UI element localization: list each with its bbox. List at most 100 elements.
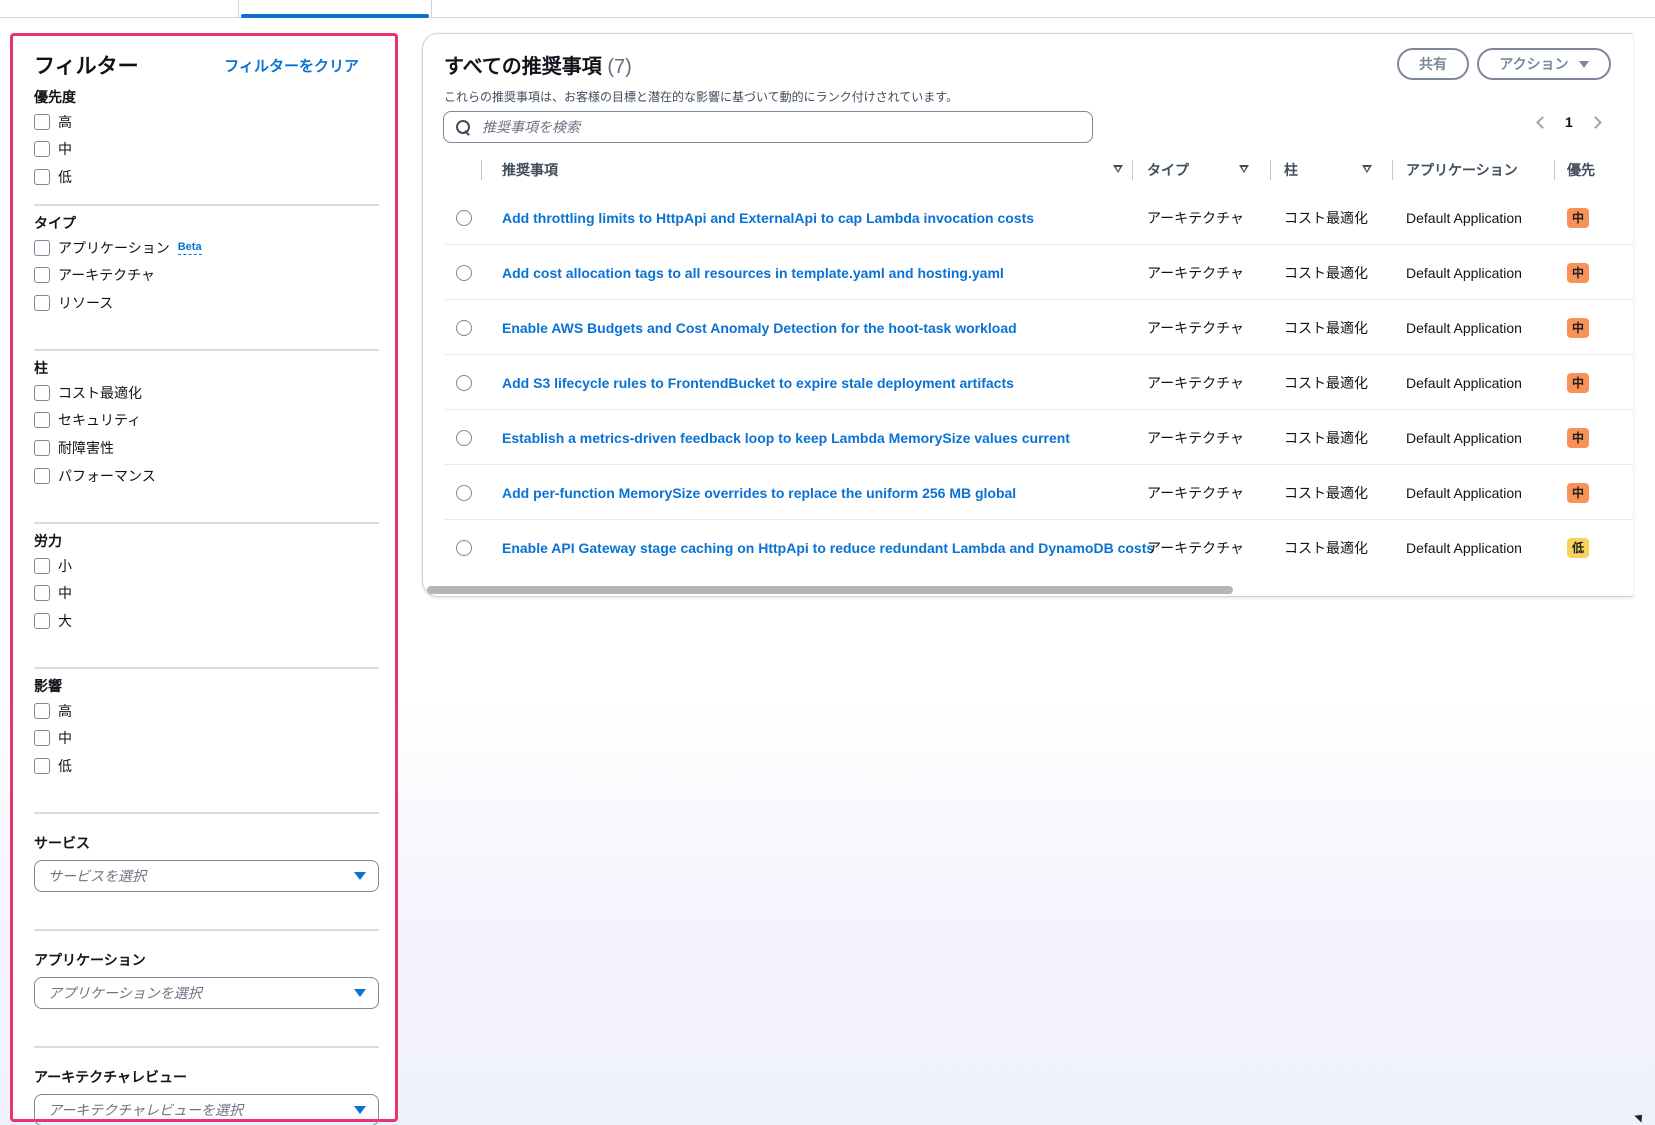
sort-icon[interactable]: [1113, 165, 1123, 173]
table-row[interactable]: Enable AWS Budgets and Cost Anomaly Dete…: [444, 300, 1634, 355]
header-separator-3[interactable]: [1392, 150, 1402, 190]
application-cell: Default Application: [1406, 539, 1522, 556]
filter-group-title: 優先度: [34, 89, 76, 105]
filter-header: フィルター フィルターをクリア: [34, 50, 379, 80]
effort-option-small[interactable]: 小: [34, 552, 379, 580]
pillar-option-resilience[interactable]: 耐障害性: [34, 434, 379, 462]
current-page[interactable]: 1: [1565, 114, 1573, 130]
checkbox[interactable]: [34, 585, 50, 602]
type-cell: アーキテクチャ: [1147, 319, 1245, 336]
share-button[interactable]: 共有: [1397, 48, 1469, 80]
table-row[interactable]: Add per-function MemorySize overrides to…: [444, 465, 1634, 520]
table-row[interactable]: Add S3 lifecycle rules to FrontendBucket…: [444, 355, 1634, 410]
header-separator-4[interactable]: [1554, 150, 1564, 190]
impact-option-high[interactable]: 高: [34, 697, 379, 725]
priority-option-medium[interactable]: 中: [34, 136, 379, 164]
checkbox[interactable]: [34, 141, 50, 158]
option-label: アーキテクチャ: [58, 267, 156, 284]
clear-filters-link[interactable]: フィルターをクリア: [224, 55, 359, 76]
table-row[interactable]: Add cost allocation tags to all resource…: [444, 245, 1634, 300]
horizontal-scrollbar[interactable]: [427, 586, 1233, 594]
tab-1[interactable]: [0, 0, 237, 17]
checkbox[interactable]: [34, 113, 50, 130]
impact-option-low[interactable]: 低: [34, 752, 379, 780]
type-option-resource[interactable]: リソース: [34, 289, 379, 317]
header-separator-2[interactable]: [1270, 150, 1280, 190]
row-select-radio[interactable]: [456, 430, 472, 446]
checkbox[interactable]: [34, 612, 50, 629]
application-select[interactable]: アプリケーションを選択: [34, 977, 379, 1009]
option-label: リソース: [58, 294, 114, 311]
column-header-recommendation[interactable]: 推奨事項: [502, 150, 1130, 190]
effort-option-medium[interactable]: 中: [34, 580, 379, 608]
recommendation-link[interactable]: Establish a metrics-driven feedback loop…: [502, 410, 1162, 465]
sort-icon[interactable]: [1239, 165, 1249, 173]
chevron-right-icon[interactable]: [1588, 115, 1602, 129]
impact-option-medium[interactable]: 中: [34, 725, 379, 753]
recommendation-link[interactable]: Add per-function MemorySize overrides to…: [502, 465, 1162, 520]
recommendation-link[interactable]: Add S3 lifecycle rules to FrontendBucket…: [502, 355, 1162, 410]
row-select-radio[interactable]: [456, 210, 472, 226]
service-select[interactable]: サービスを選択: [34, 860, 379, 892]
pillar-cell: コスト最適化: [1284, 539, 1368, 556]
priority-option-low[interactable]: 低: [34, 163, 379, 191]
caret-down-icon: [354, 872, 366, 880]
priority-badge: 中: [1567, 372, 1590, 393]
filter-group-title: アプリケーション: [34, 952, 146, 968]
checkbox[interactable]: [34, 239, 50, 256]
checkbox[interactable]: [34, 384, 50, 401]
table-row[interactable]: Establish a metrics-driven feedback loop…: [444, 410, 1634, 465]
column-header-application[interactable]: アプリケーション: [1406, 150, 1556, 190]
checkbox[interactable]: [34, 467, 50, 484]
pillar-cell: コスト最適化: [1284, 264, 1368, 281]
effort-option-large[interactable]: 大: [34, 607, 379, 635]
filter-group-architecture-review: アーキテクチャレビュー アーキテクチャレビューを選択 hoge0927revie…: [34, 1068, 379, 1125]
recommendation-link[interactable]: Enable AWS Budgets and Cost Anomaly Dete…: [502, 300, 1162, 355]
actions-dropdown-button[interactable]: アクション: [1477, 48, 1611, 80]
checkbox[interactable]: [34, 557, 50, 574]
table-row[interactable]: Add throttling limits to HttpApi and Ext…: [444, 190, 1634, 245]
type-option-application[interactable]: アプリケーション Beta: [34, 234, 379, 262]
filter-panel: フィルター フィルターをクリア 優先度 高 中 低 タイプ アプリケーション Be…: [10, 33, 398, 1125]
tab-3[interactable]: [433, 0, 553, 17]
checkbox[interactable]: [34, 757, 50, 774]
checkbox[interactable]: [34, 730, 50, 747]
checkbox[interactable]: [34, 267, 50, 284]
type-option-architecture[interactable]: アーキテクチャ: [34, 262, 379, 290]
architecture-review-select[interactable]: アーキテクチャレビューを選択: [34, 1094, 379, 1125]
column-header-pillar[interactable]: 柱: [1284, 150, 1388, 190]
checkbox[interactable]: [34, 294, 50, 311]
chevron-left-icon[interactable]: [1536, 115, 1549, 129]
pillar-cell: コスト最適化: [1284, 429, 1368, 446]
recommendation-link[interactable]: Enable API Gateway stage caching on Http…: [502, 520, 1162, 575]
application-cell: Default Application: [1406, 429, 1522, 446]
filter-group-type: タイプ アプリケーション Beta アーキテクチャ リソース: [34, 214, 379, 351]
type-cell: アーキテクチャ: [1147, 539, 1245, 556]
pillar-option-security[interactable]: セキュリティ: [34, 407, 379, 435]
recommendation-link[interactable]: Add throttling limits to HttpApi and Ext…: [502, 190, 1162, 245]
column-header-type[interactable]: タイプ: [1147, 150, 1269, 190]
checkbox[interactable]: [34, 702, 50, 719]
row-select-radio[interactable]: [456, 320, 472, 336]
column-label: 柱: [1284, 162, 1298, 178]
row-select-radio[interactable]: [456, 375, 472, 391]
row-select-radio[interactable]: [456, 265, 472, 281]
recommendation-link[interactable]: Add cost allocation tags to all resource…: [502, 245, 1162, 300]
option-label: 高: [58, 113, 72, 130]
checkbox[interactable]: [34, 412, 50, 429]
pillar-option-performance[interactable]: パフォーマンス: [34, 462, 379, 490]
table-row[interactable]: Enable API Gateway stage caching on Http…: [444, 520, 1634, 575]
sort-icon[interactable]: [1362, 165, 1372, 173]
checkbox[interactable]: [34, 439, 50, 456]
search-input[interactable]: 推奨事項を検索: [443, 111, 1093, 143]
caret-down-icon: [354, 989, 366, 997]
row-select-radio[interactable]: [456, 540, 472, 556]
row-select-radio[interactable]: [456, 485, 472, 501]
beta-badge[interactable]: Beta: [177, 241, 202, 255]
select-placeholder: アプリケーションを選択: [48, 985, 202, 1001]
checkbox[interactable]: [34, 168, 50, 185]
tab-2-active[interactable]: [238, 0, 432, 18]
pillar-option-cost[interactable]: コスト最適化: [34, 379, 379, 407]
priority-option-high[interactable]: 高: [34, 108, 379, 136]
column-header-priority[interactable]: 優先: [1567, 150, 1634, 190]
